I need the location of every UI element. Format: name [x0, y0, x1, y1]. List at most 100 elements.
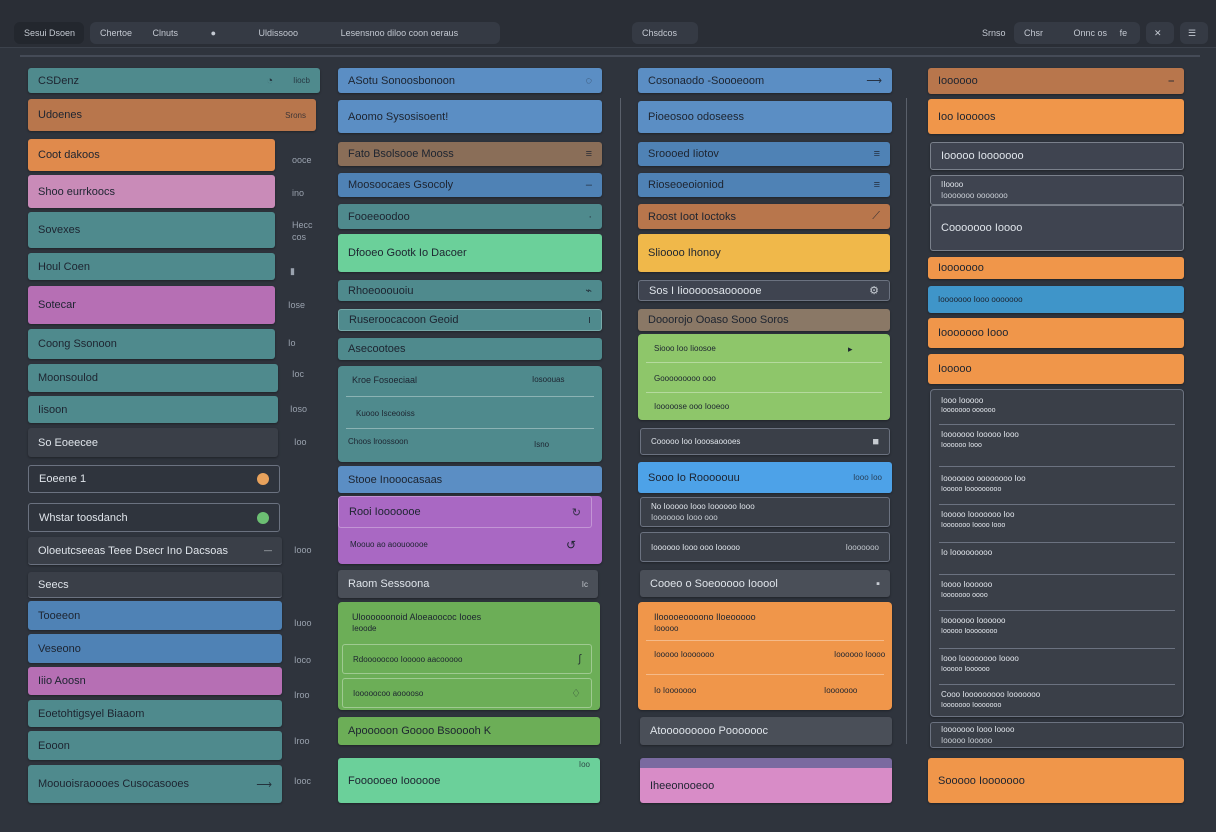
list-item[interactable]: Seecs [28, 572, 282, 598]
list-item[interactable]: Iisoon [28, 396, 278, 423]
list-item[interactable]: Ioooooo ⎯ [928, 68, 1184, 94]
toolbar-item[interactable]: Uldissooo [259, 28, 299, 38]
group-item[interactable]: Iooo Iooooo [941, 396, 983, 405]
list-item[interactable]: Sroooed Iiotov ≡ [638, 142, 890, 166]
group-item[interactable]: Kroe Fosoeciaal [352, 375, 417, 385]
list-item[interactable]: Iooooooo Iooo ooooooo [928, 286, 1184, 313]
list-item[interactable]: Sovexes [28, 212, 275, 248]
list-item[interactable]: Coong Ssonoon [28, 329, 275, 359]
list-item[interactable]: Coot dakoos [28, 139, 275, 171]
list-item[interactable]: Cooeo o Soeooooo Iooool ▪ [640, 570, 890, 597]
group-item[interactable]: Io Iooooooo [654, 686, 696, 695]
group-item[interactable]: Iooooooo oooooooo Ioo [941, 474, 1026, 483]
list-item[interactable]: Moonsoulod [28, 364, 278, 392]
list-item[interactable]: Sooooo Iooooooo [928, 758, 1184, 803]
close-icon[interactable]: ✕ [1146, 22, 1174, 44]
group-item[interactable]: Cooo Iooooooooo Iooooooo [941, 690, 1040, 699]
group-item[interactable]: Iooooo Iooooooo Ioo [941, 510, 1014, 519]
list-item[interactable]: Slioooo Ihonoy [638, 234, 890, 272]
list-item[interactable]: Eoetohtigsyel Biaaom [28, 700, 282, 727]
list-item[interactable]: Cooooo Ioo Iooosaoooes ■ [640, 428, 890, 455]
group-item[interactable]: Kuooo Isceooiss [356, 409, 415, 418]
group-item[interactable]: Iooooooo Ioooooo [941, 616, 1006, 625]
list-item[interactable]: Sooo Io Rooooouu Iooo Ioo [638, 462, 892, 493]
list-item[interactable]: Eoeene 1 [28, 465, 280, 493]
group-item[interactable]: Ioooo Ioooooo [941, 580, 992, 589]
list-item[interactable]: Ioooooo Iooo ooo Iooooo Iooooooo [640, 532, 890, 562]
group-item[interactable]: Siooo Ioo Iioosoe [654, 344, 716, 353]
list-item[interactable]: Moouoisraoooes Cusocasooes ⟶ [28, 765, 282, 803]
list-item[interactable]: ASotu Sonoosbonoon ◌ [338, 68, 602, 93]
list-item[interactable]: Oloeutcseeas Teee Dsecr Ino Dacsoas — [28, 537, 282, 565]
list-item[interactable]: Iooooooo Iooo [928, 318, 1184, 348]
group-item[interactable]: Ilooooeoooono Iloeooooo [654, 612, 756, 622]
group-item[interactable]: Iooo Ioooooooo Ioooo [941, 654, 1019, 663]
menu-icon[interactable]: ☰ [1180, 22, 1208, 44]
status-dot-icon [257, 511, 269, 524]
list-item[interactable]: Cosonaodo -Soooeoom ⟶ [638, 68, 892, 93]
list-item[interactable]: Roost Ioot Ioctoks ⟋ [638, 204, 890, 229]
list-item[interactable]: Iooooooo Iooo Ioooo Iooooo Iooooo [930, 722, 1184, 748]
list-item[interactable]: Aoomo Sysosisoent! [338, 100, 602, 133]
list-item[interactable]: Iooooocoo aooooso ♢ [342, 678, 592, 708]
toolbar-item[interactable]: Lesensnoo diloo coon oeraus [341, 28, 459, 38]
group-item[interactable]: Uloooooonoid Aloeaoococ Iooes [352, 612, 481, 622]
list-item[interactable]: Cooooooo Ioooo [930, 205, 1184, 251]
toolbar-item[interactable]: Clnuts [153, 28, 179, 38]
list-item[interactable]: Moosoocaes Gsocoly – [338, 173, 602, 197]
arrow-right-icon: ⟶ [866, 75, 882, 87]
list-item[interactable]: Udoenes Srons [28, 99, 316, 131]
group-item[interactable]: Iooooooo Iooooo Iooo [941, 430, 1019, 439]
list-item[interactable]: CSDenz ◔ Iiocb [28, 68, 320, 93]
toolbar-item[interactable]: Srnso [980, 22, 1010, 44]
toolbar-item[interactable]: Chsdcos [632, 22, 698, 44]
list-item[interactable]: Pioeosoo odoseess [638, 101, 892, 133]
toolbar-item[interactable]: Chsr [1024, 28, 1043, 38]
list-item[interactable]: Rhoeooouoiu ⌁ [338, 280, 602, 301]
list-item[interactable]: Rioseoeoioniod ≡ [638, 173, 890, 197]
list-item[interactable]: Houl Coen [28, 253, 275, 280]
dot-icon: · [588, 210, 592, 223]
list-item[interactable]: So Eoeecee [28, 428, 278, 457]
list-item[interactable]: Rooi Iooooooe ↻ [338, 496, 592, 528]
list-item[interactable]: Sos I Iiooooosaoooooe ⚙ [638, 280, 890, 301]
list-item[interactable]: Veseono [28, 634, 282, 663]
list-item[interactable]: Tooeeon [28, 601, 282, 630]
list-item[interactable]: Whstar toosdanch [28, 503, 280, 532]
list-item[interactable]: IIoooo Iooooooo ooooooo [930, 175, 1184, 205]
list-item[interactable]: Iiio Aoosn [28, 667, 282, 695]
list-item[interactable]: Ioo Iooooos [928, 99, 1184, 134]
list-item[interactable]: Iooooo Iooooooo [930, 142, 1184, 170]
list-item[interactable]: Dfooeo Gootk Io Dacoer [338, 234, 602, 272]
toolbar-item[interactable]: Onnc os [1074, 28, 1108, 38]
list-item[interactable]: Sotecar [28, 286, 275, 324]
list-item[interactable]: Iooooooo [928, 257, 1184, 279]
toolbar-item[interactable]: fe [1120, 28, 1128, 38]
list-item[interactable]: Iheeonooeoo [640, 758, 892, 803]
toolbar-item[interactable]: Sesui Dsoen [14, 22, 84, 44]
list-icon: ≡ [873, 179, 880, 191]
list-item[interactable]: Apooooon Goooo Bsooooh K [338, 717, 600, 745]
group-item[interactable]: Choos lroossoon [348, 437, 408, 446]
list-item[interactable]: Stooe Inooocasaas [338, 466, 602, 493]
list-item[interactable]: Ruseroocacoon Geoid ı [338, 309, 602, 331]
list-item[interactable]: No Iooooo Iooo Ioooooo Iooo Iooooooo Iooo… [640, 497, 890, 527]
list-item[interactable]: Rdooooocoo Iooooo aacooooo ʃ [342, 644, 592, 674]
list-item[interactable]: Eooon [28, 731, 282, 760]
group-item[interactable]: Moouo ao aoouooooe [350, 540, 428, 549]
row-meta: Iooo [294, 545, 312, 555]
list-item[interactable]: Iooooo [928, 354, 1184, 384]
list-item[interactable]: Fooeeoodoo · [338, 204, 602, 229]
list-item[interactable]: Asecootoes [338, 338, 602, 360]
list-item[interactable]: Shoo eurrkoocs [28, 175, 275, 208]
list-item[interactable]: Raom Sessoona Ic [338, 570, 598, 598]
group-item[interactable]: Io Iooooooooo [941, 548, 992, 557]
group-item[interactable]: Gooooooooo ooo [654, 374, 716, 383]
group-item[interactable]: Iooooo Iooooooo [654, 650, 714, 659]
list-item[interactable]: Foooooeo Ioooooe Ioo [338, 758, 600, 803]
list-item[interactable]: Dooorojo Ooaso Sooo Soros [638, 309, 890, 331]
list-item[interactable]: Fato Bsolsooe Mooss ≡ [338, 142, 602, 166]
list-item[interactable]: Atooooooooo Pooooooc [640, 717, 892, 745]
group-item[interactable]: Iooooose ooo Iooeoo [654, 402, 729, 411]
toolbar-item[interactable]: Chertoe [100, 28, 132, 38]
